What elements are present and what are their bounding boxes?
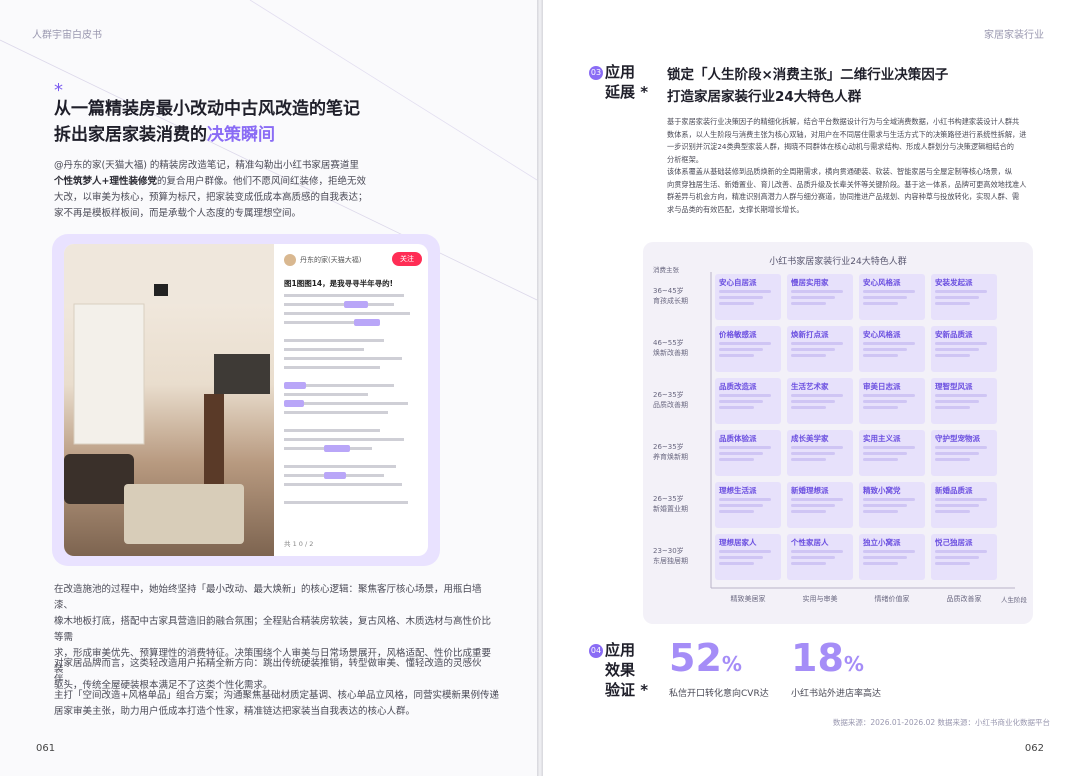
crowd-cell: 安装发起派 [931, 274, 997, 320]
column-label: 实用与审美 [802, 595, 838, 603]
running-head-right: 家居家装行业 [984, 30, 1044, 41]
stat-cvr-caption: 私信开口转化意向CVR达 [669, 689, 769, 699]
note-footer: 共 1 0 / 2 [284, 540, 314, 548]
data-source-note: 数据来源：2026.01-2026.02 数据来源：小红书商业化数据平台 [832, 718, 1050, 727]
row-label: 46~55岁 焕新改善期 [653, 339, 688, 357]
intro-paragraph: @丹东的家(天猫大福) 的精装房改造笔记，精准勾勒出小红书家居赛道里 个性筑梦人… [54, 160, 368, 219]
stat-cvr: 52% [669, 636, 742, 680]
note-text-lines [284, 294, 410, 504]
note-title: 图1图图14，是我寻寻半年寻的! [284, 279, 394, 288]
left-page: 人群宇宙白皮书 * 从一篇精装房最小改动中古风改造的笔记 拆出家居家装消费的决策… [0, 0, 537, 776]
section-heading: 锁定「人生阶段×消费主张」二维行业决策因子 打造家居家装行业24大特色人群 [667, 67, 949, 105]
heading-line-1: 从一篇精装房最小改动中古风改造的笔记 [54, 99, 360, 119]
book-spread: 人群宇宙白皮书 * 从一篇精装房最小改动中古风改造的笔记 拆出家居家装消费的决策… [0, 0, 1080, 776]
method-paragraph: 基于家居家装行业决策因子的精细化拆解，结合平台数据设计行为与全域消费数据，小红书… [667, 117, 1027, 214]
crowd-cell: 成长美学家 [787, 430, 853, 476]
crowd-cell: 品质改造派 [715, 378, 781, 424]
crowd-matrix: 小红书家居家装行业24大特色人群 消费主张 36~45岁 育孩成长期 46~55… [643, 242, 1033, 624]
crowd-cell: 悦己独居派 [931, 534, 997, 580]
crowd-cell: 安心自居派 [715, 274, 781, 320]
row-label: 26~35岁 养育焕新期 [653, 443, 688, 461]
brand-paragraph: 对家居品牌而言，这类轻改造用户拓精全新方向：跳出传统硬装推销，转型做审美、懂轻改… [54, 658, 499, 717]
section-title-04: 应用 效果 验证 * [605, 641, 649, 699]
page-number-right: 062 [1024, 743, 1044, 754]
stat-store-rate-caption: 小红书站外进店率高达 [791, 689, 882, 699]
living-room-photo [64, 244, 274, 556]
crowd-cell: 安新品质派 [931, 326, 997, 372]
crowd-cell: 独立小窝派 [859, 534, 925, 580]
crowd-cell: 生活艺术家 [787, 378, 853, 424]
x-axis-title: 人生阶段 [1001, 596, 1027, 604]
stat-store-rate: 18% [791, 636, 864, 680]
page-number-left: 061 [36, 743, 56, 754]
running-head: 人群宇宙白皮书 [32, 30, 102, 41]
follow-button[interactable]: 关注 [392, 252, 422, 266]
crowd-cell: 安心风格派 [859, 326, 925, 372]
avatar [284, 254, 296, 266]
crowd-cell: 理想居家人 [715, 534, 781, 580]
crowd-cell: 实用主义派 [859, 430, 925, 476]
crowd-cell: 新婚品质派 [931, 482, 997, 528]
crowd-cell: 精致小窝党 [859, 482, 925, 528]
row-label: 23~30岁 东居独居期 [653, 547, 688, 565]
note-content: 丹东的家(天猫大福) 关注 图1图图14，是我寻寻半年寻的! 共 1 0 / 2 [280, 244, 428, 556]
crowd-cell: 理智型风派 [931, 378, 997, 424]
crowd-cell: 价格敏感派 [715, 326, 781, 372]
row-label: 26~35岁 新婚置业期 [653, 495, 688, 513]
note-screenshot-card: 丹东的家(天猫大福) 关注 图1图图14，是我寻寻半年寻的! 共 1 0 / 2 [52, 234, 440, 566]
crowd-cell: 安心风格派 [859, 274, 925, 320]
heading-accent: 决策瞬间 [207, 125, 275, 145]
crowd-cell: 焕新打点派 [787, 326, 853, 372]
crowd-cell: 新婚理想派 [787, 482, 853, 528]
note-author: 丹东的家(天猫大福) [300, 256, 362, 264]
column-label: 精致美居家 [730, 595, 766, 603]
right-page: 家居家装行业 03 应用 延展 * 锁定「人生阶段×消费主张」二维行业决策因子 … [543, 0, 1080, 776]
heading-line-2: 拆出家居家装消费的决策瞬间 [54, 125, 275, 145]
crowd-cell: 品质体验派 [715, 430, 781, 476]
crowd-cell: 审美日志派 [859, 378, 925, 424]
column-label: 情绪价值家 [874, 595, 910, 603]
crowd-cell: 个性家居人 [787, 534, 853, 580]
row-label: 36~45岁 育孩成长期 [653, 287, 688, 305]
section-number-04: 04 [589, 644, 603, 658]
crowd-cell: 慢居实用家 [787, 274, 853, 320]
row-label: 26~35岁 品质改善期 [653, 391, 688, 409]
section-number-03: 03 [589, 66, 603, 80]
crowd-cell: 理想生活派 [715, 482, 781, 528]
page-heading: 从一篇精装房最小改动中古风改造的笔记 拆出家居家装消费的决策瞬间 [54, 96, 360, 148]
section-title-03: 应用 延展 * [605, 63, 649, 101]
crowd-cell: 守护型宠物派 [931, 430, 997, 476]
column-label: 品质改善家 [946, 595, 982, 603]
